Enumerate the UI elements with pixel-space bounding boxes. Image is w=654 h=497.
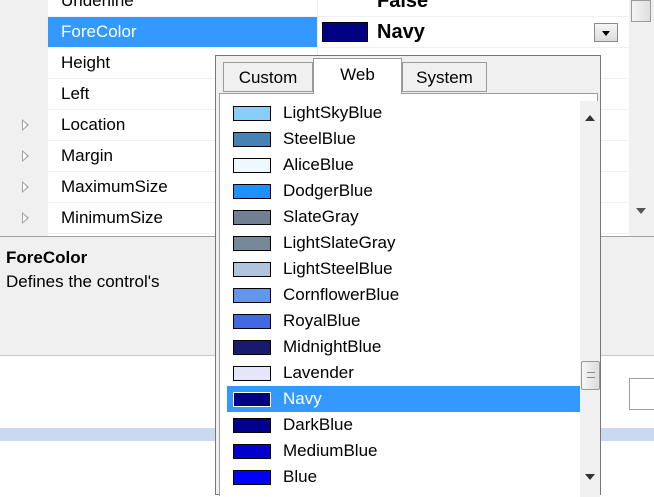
color-name: LightSteelBlue — [283, 259, 393, 278]
color-list-item[interactable]: Lavender — [227, 360, 584, 386]
expand-arrow-icon[interactable] — [22, 119, 29, 131]
color-name: LightSkyBlue — [283, 103, 383, 122]
color-name: Navy — [283, 389, 322, 408]
color-name: SteelBlue — [283, 129, 356, 148]
color-list-item[interactable]: SlateGray — [227, 204, 584, 230]
color-name: MidnightBlue — [283, 337, 382, 356]
color-list-item[interactable]: Blue — [227, 464, 584, 490]
color-swatch — [322, 22, 368, 42]
color-picker-popup: Custom Web System LightSkyBlue SteelBlue A… — [215, 55, 601, 497]
color-list-item[interactable]: MidnightBlue — [227, 334, 584, 360]
description-text: Defines the control's — [6, 272, 160, 291]
grid-scrollbar-thumb[interactable] — [631, 0, 651, 22]
tab-custom[interactable]: Custom — [223, 62, 313, 92]
color-name: MediumBlue — [283, 441, 378, 460]
color-list-item[interactable]: MediumBlue — [227, 438, 584, 464]
property-name[interactable]: Underline — [48, 0, 317, 16]
color-swatch — [233, 470, 271, 485]
color-swatch — [233, 132, 271, 147]
expand-arrow-icon[interactable] — [22, 212, 29, 224]
expand-arrow-icon[interactable] — [22, 181, 29, 193]
expand-arrow-icon[interactable] — [22, 150, 29, 162]
color-swatch — [233, 340, 271, 355]
color-swatch — [233, 184, 271, 199]
column-separator — [317, 17, 318, 48]
color-name: DodgerBlue — [283, 181, 373, 200]
color-name: DarkBlue — [283, 415, 353, 434]
color-list-item[interactable]: RoyalBlue — [227, 308, 584, 334]
property-value[interactable]: Navy — [377, 17, 425, 47]
color-list-item[interactable]: AliceBlue — [227, 152, 584, 178]
color-list-item[interactable]: LightSkyBlue — [227, 100, 584, 126]
color-swatch — [233, 444, 271, 459]
property-name[interactable]: ForeColor — [48, 17, 317, 47]
description-title: ForeColor — [6, 248, 88, 267]
color-swatch — [233, 262, 271, 277]
grid-scrollbar[interactable] — [629, 0, 654, 236]
color-swatch — [233, 236, 271, 251]
tab-custom-label: Custom — [238, 68, 298, 87]
color-name: CornflowerBlue — [283, 285, 400, 304]
property-row[interactable]: ForeColor Navy — [0, 17, 629, 48]
color-list-scrollbar[interactable] — [580, 101, 600, 497]
web-colors-panel: LightSkyBlue SteelBlue AliceBlue DodgerBlue… — [219, 93, 600, 497]
color-list-item[interactable]: DodgerBlue — [227, 178, 584, 204]
color-name: RoyalBlue — [283, 311, 361, 330]
property-value[interactable]: False — [377, 0, 428, 16]
color-swatch — [233, 158, 271, 173]
color-swatch — [233, 366, 271, 381]
tab-system[interactable]: System — [402, 62, 487, 92]
scroll-down-arrow-icon[interactable] — [585, 474, 595, 480]
color-swatch — [233, 288, 271, 303]
color-swatch — [233, 210, 271, 225]
color-swatch — [233, 106, 271, 121]
color-name: SlateGray — [283, 207, 359, 226]
color-swatch — [233, 418, 271, 433]
color-list-scrollbar-thumb[interactable] — [581, 361, 600, 390]
color-name: AliceBlue — [283, 155, 354, 174]
tab-web-label: Web — [340, 65, 375, 84]
color-name: Blue — [283, 467, 318, 486]
lower-input-edge[interactable] — [629, 378, 654, 410]
scroll-down-arrow-icon[interactable] — [636, 208, 646, 214]
color-list-item[interactable]: SteelBlue — [227, 126, 584, 152]
color-name: Lavender — [283, 363, 354, 382]
color-swatch — [233, 314, 271, 329]
tab-system-label: System — [416, 68, 473, 87]
color-list-item[interactable]: LightSteelBlue — [227, 256, 584, 282]
color-list-item[interactable]: DarkBlue — [227, 412, 584, 438]
color-swatch — [233, 392, 271, 407]
column-separator — [317, 0, 318, 17]
color-list-item[interactable]: CornflowerBlue — [227, 282, 584, 308]
color-name: LightSlateGray — [283, 233, 396, 252]
tab-web[interactable]: Web — [313, 58, 402, 94]
property-row[interactable]: Underline False — [0, 0, 629, 17]
dropdown-button[interactable] — [594, 23, 618, 42]
color-list-item[interactable]: Navy — [227, 386, 584, 412]
scroll-up-arrow-icon[interactable] — [585, 115, 595, 121]
color-list-item[interactable]: LightSlateGray — [227, 230, 584, 256]
